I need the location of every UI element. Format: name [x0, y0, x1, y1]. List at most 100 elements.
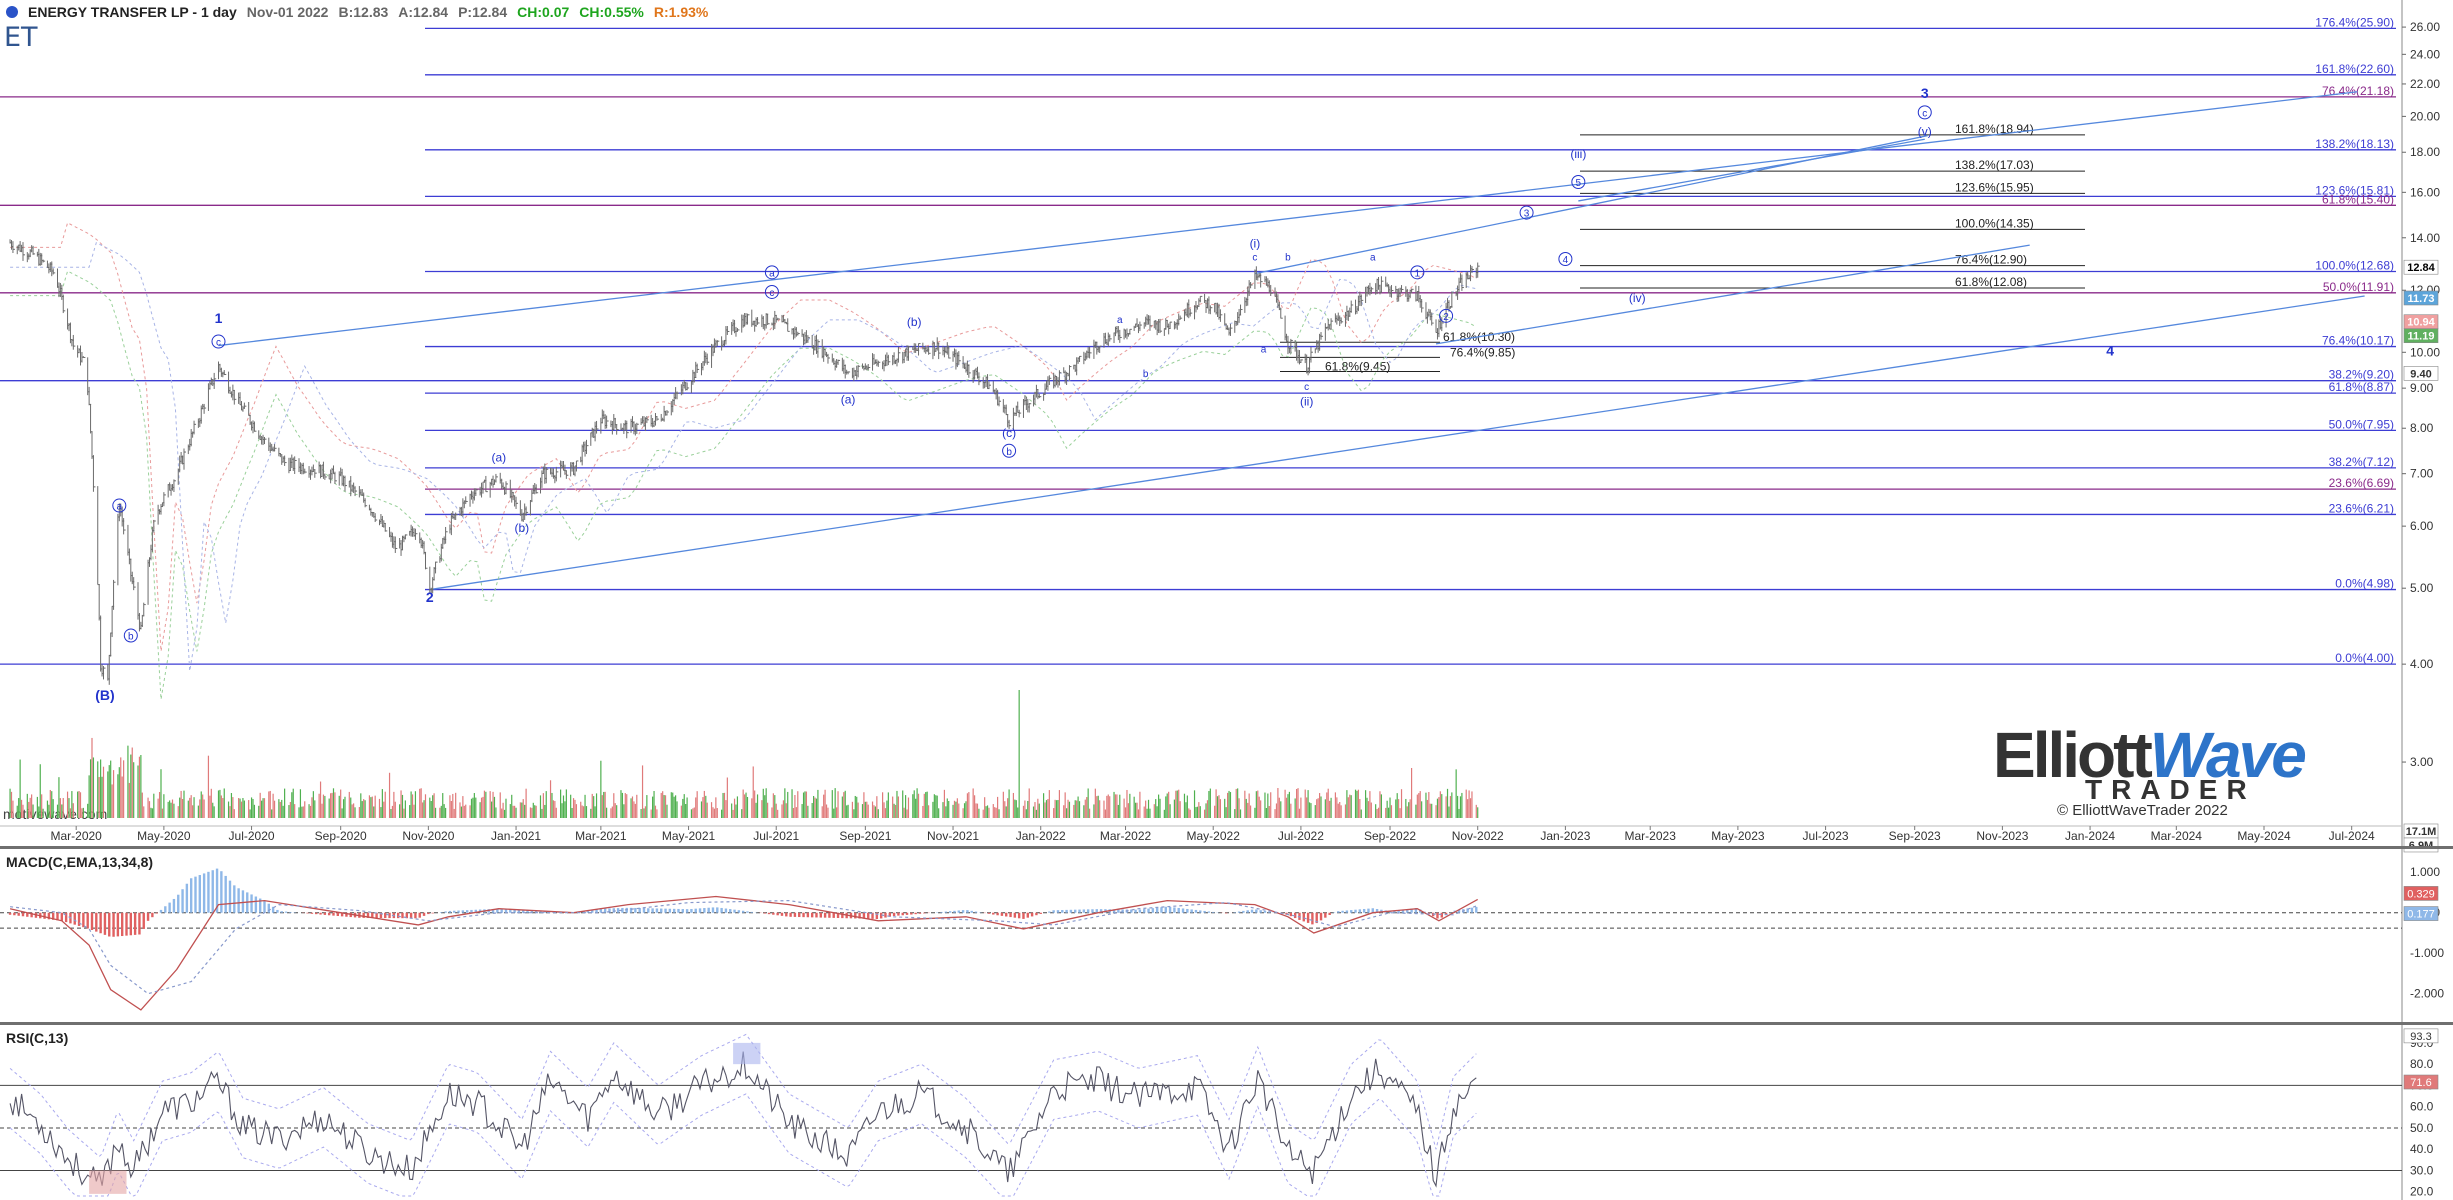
rsi-oversold-fill [89, 1170, 127, 1194]
wave-label: (v) [1918, 125, 1932, 139]
macd-value-label: 0.177 [2407, 909, 2435, 921]
wave-label: 4 [2106, 343, 2114, 359]
price-box-label: 11.73 [2408, 293, 2435, 305]
fib-small-label: 76.4%(9.85) [1450, 345, 1515, 359]
wave-label: c [769, 288, 774, 299]
time-tick-label: Mar-2021 [575, 829, 627, 843]
price-tick-label: 9.00 [2410, 381, 2434, 395]
wave-label: a [1261, 344, 1267, 355]
fib-level-label: 138.2%(18.13) [2315, 137, 2394, 151]
wave-label: b [1285, 252, 1291, 263]
wave-label: (b) [907, 315, 922, 329]
price-pane: 26.0024.0022.0020.0018.0016.0014.0012.00… [0, 0, 2440, 1200]
wave-label: 3 [1524, 209, 1530, 220]
time-tick-label: Jul-2020 [229, 829, 275, 843]
fib-level-label: 23.6%(6.69) [2329, 476, 2394, 490]
time-tick-label: Jan-2022 [1016, 829, 1066, 843]
time-tick-label: May-2023 [1711, 829, 1765, 843]
rsi-tick-label: 80.0 [2410, 1057, 2434, 1071]
time-tick-label: Jan-2023 [1540, 829, 1590, 843]
price-tick-label: 24.00 [2410, 47, 2440, 61]
price-box-label: 12.84 [2407, 262, 2435, 274]
macd-label: MACD(C,EMA,13,34,8) [6, 854, 154, 870]
fib-mid-label: 138.2%(17.03) [1955, 158, 2034, 172]
wave-label: 5 [1576, 178, 1582, 189]
time-tick-label: May-2022 [1187, 829, 1241, 843]
fib-level-label: 0.0%(4.00) [2335, 651, 2394, 665]
time-tick-label: Nov-2022 [1452, 829, 1504, 843]
wave-label: (ii) [1300, 395, 1313, 409]
price-tick-label: 6.00 [2410, 519, 2434, 533]
chart-window: { "header": { "title": "ENERGY TRANSFER … [0, 0, 2453, 1200]
wave-label: (iii) [1570, 147, 1586, 161]
trend-line [1578, 138, 1925, 202]
time-tick-label: Nov-2023 [1976, 829, 2028, 843]
time-tick-label: Mar-2024 [2151, 829, 2203, 843]
price-tick-label: 4.00 [2410, 657, 2434, 671]
time-tick-label: Mar-2023 [1625, 829, 1677, 843]
wave-label: b [1143, 369, 1149, 380]
time-tick-label: Mar-2022 [1100, 829, 1152, 843]
wave-label: a [769, 268, 775, 279]
macd-pane: 1.0000.000-1.000-2.0000.3290.177 [0, 848, 2444, 1018]
wave-label: (i) [1250, 237, 1261, 251]
price-box-label: 17.1M [2406, 826, 2437, 838]
macd-value-label: 0.329 [2407, 888, 2435, 900]
wave-label: 2 [426, 589, 434, 605]
chart-canvas[interactable]: 26.0024.0022.0020.0018.0016.0014.0012.00… [0, 0, 2453, 1200]
price-box-label: 11.19 [2408, 331, 2435, 343]
wave-label: c [1252, 252, 1257, 263]
ma-lower-curve [10, 270, 1477, 700]
fib-level-label: 76.4%(10.17) [2322, 334, 2394, 348]
rsi-overbought-fill [733, 1042, 761, 1065]
fib-mid-label: 61.8%(12.08) [1955, 275, 2027, 289]
wave-label: b [128, 632, 134, 643]
wave-label: 1 [215, 310, 223, 326]
time-tick-label: May-2020 [137, 829, 191, 843]
rsi-line [9, 1051, 1477, 1188]
price-tick-label: 7.00 [2410, 467, 2434, 481]
wave-label: (a) [841, 393, 856, 407]
wave-label: 4 [1563, 255, 1569, 266]
ma-upper-curve [10, 222, 1477, 652]
pane-divider-macd[interactable] [0, 846, 2453, 849]
time-tick-label: Jul-2022 [1278, 829, 1324, 843]
fib-small-label: 61.8%(9.45) [1325, 360, 1390, 374]
wave-label: 1 [1415, 268, 1421, 279]
rsi-pane: 90.080.070.060.050.040.030.020.093.371.6 [0, 1028, 2439, 1200]
wave-label: (B) [95, 687, 114, 703]
price-box-label: 9.40 [2410, 368, 2431, 380]
rsi-tick-label: 60.0 [2410, 1100, 2434, 1114]
fib-level-label: 161.8%(22.60) [2315, 62, 2394, 76]
wave-label: c [216, 338, 221, 349]
time-tick-label: Jan-2024 [2065, 829, 2115, 843]
time-tick-label: Nov-2021 [927, 829, 979, 843]
time-tick-label: Jul-2021 [753, 829, 799, 843]
volume-bars [9, 690, 1479, 818]
rsi-tick-label: 20.0 [2410, 1185, 2434, 1199]
price-bars [9, 239, 1480, 685]
price-tick-label: 10.00 [2410, 345, 2440, 359]
macd-line [9, 895, 1479, 1011]
pane-divider-rsi[interactable] [0, 1022, 2453, 1025]
price-tick-label: 26.00 [2410, 20, 2440, 34]
fib-level-label: 76.4%(21.18) [2322, 84, 2394, 98]
price-tick-label: 8.00 [2410, 421, 2434, 435]
fib-level-label: 100.0%(12.68) [2315, 258, 2394, 272]
time-tick-label: Sep-2020 [315, 829, 367, 843]
fib-level-label: 61.8%(15.40) [2322, 192, 2394, 206]
macd-signal-line [10, 899, 1478, 995]
time-tick-label: May-2024 [2237, 829, 2291, 843]
price-tick-label: 22.00 [2410, 77, 2440, 91]
rsi-value-label: 71.6 [2410, 1077, 2431, 1089]
rsi-label: RSI(C,13) [6, 1030, 69, 1046]
wave-label: a [1370, 252, 1376, 263]
wave-label: (b) [514, 521, 529, 535]
trend-line [218, 91, 2358, 347]
macd-tick-label: 1.000 [2410, 865, 2440, 879]
fib-mid-label: 123.6%(15.95) [1955, 180, 2034, 194]
wave-label: a [1117, 315, 1123, 326]
wave-label: 2 [1443, 312, 1449, 323]
trend-line [1435, 244, 2030, 345]
time-tick-label: Mar-2020 [51, 829, 103, 843]
